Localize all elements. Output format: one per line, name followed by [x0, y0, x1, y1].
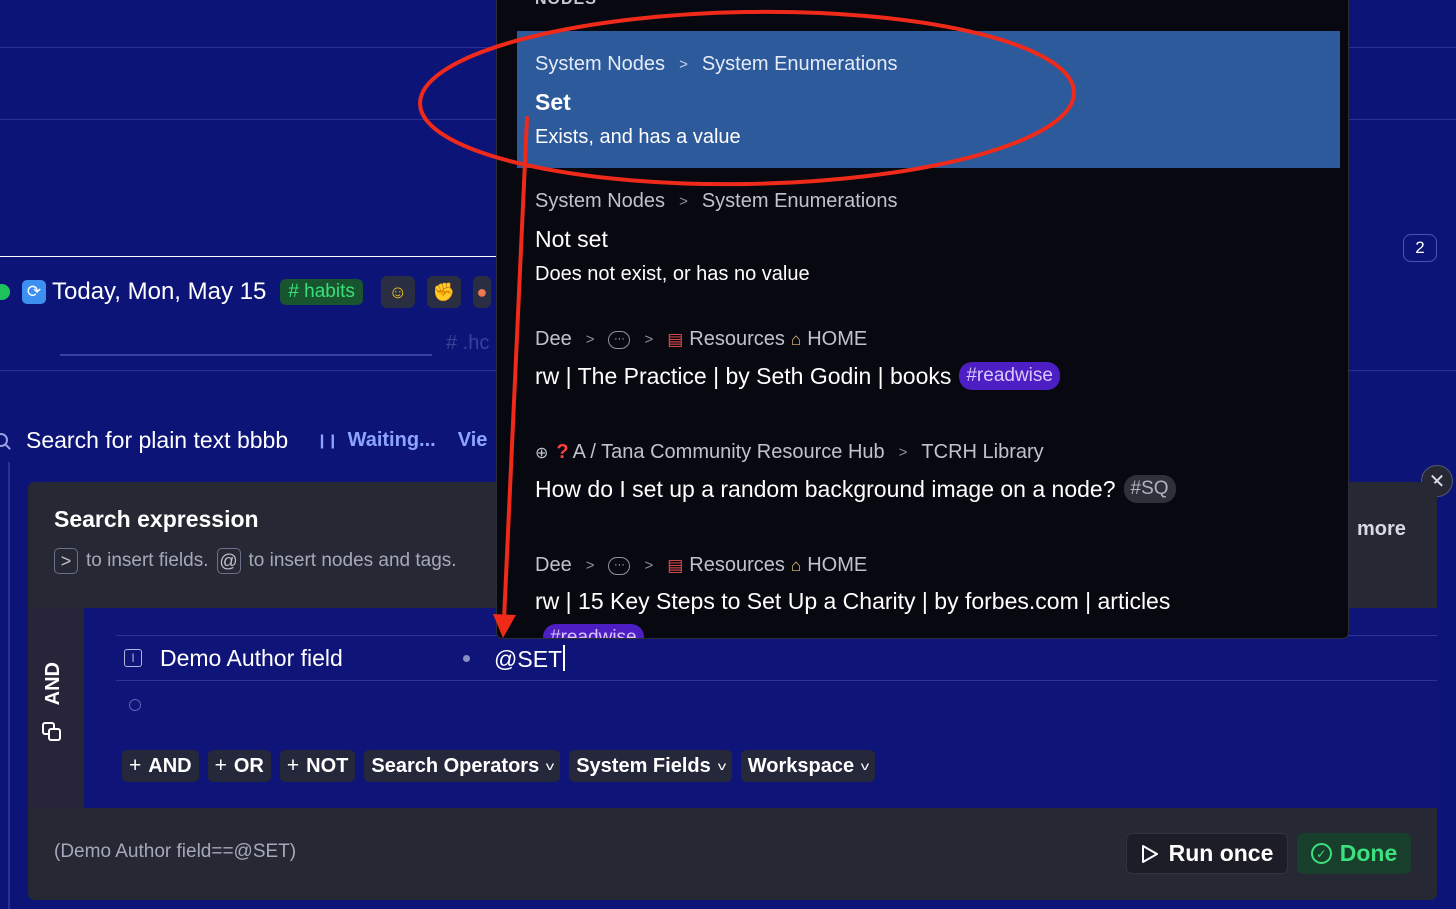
flexed-arm-icon[interactable]: ✊ — [426, 276, 461, 308]
question-icon: ? — [556, 441, 569, 463]
search-icon — [0, 433, 8, 447]
divider — [0, 256, 516, 257]
condition-value-input[interactable]: @SET — [494, 645, 565, 673]
waiting-label: Waiting... — [347, 428, 436, 451]
and-group-rail[interactable]: AND — [28, 608, 84, 808]
breadcrumb: Dee > ··· > ▤ Resources ⌂ HOME — [535, 328, 868, 350]
chevron-down-icon: v — [546, 759, 555, 773]
suggestion-item-not-set[interactable]: System Nodes > System Enumerations Not s… — [517, 168, 1340, 298]
add-not-button[interactable]: + NOT — [279, 750, 356, 782]
sq-tag: #SQ — [1123, 475, 1176, 503]
bullet-icon[interactable] — [0, 284, 10, 300]
chevron-right-icon: > — [898, 444, 908, 461]
chevron-right-icon: > — [679, 193, 688, 210]
ellipsis-icon: ··· — [608, 330, 631, 349]
field-hint-text: to insert fields. — [86, 550, 209, 571]
done-button[interactable]: ✓ Done — [1297, 833, 1411, 874]
suggestion-item-set[interactable]: System Nodes > System Enumerations Set E… — [517, 31, 1340, 168]
books-icon: ▤ — [667, 329, 684, 349]
node-hint-text: to insert nodes and tags. — [248, 550, 457, 571]
search-operators-dropdown[interactable]: Search Operators v — [364, 750, 561, 782]
suggestion-description: Does not exist, or has no value — [535, 263, 810, 285]
text-field-icon: I — [124, 649, 142, 667]
chevron-right-icon: > — [585, 331, 595, 348]
condition-row: I Demo Author field @SET — [116, 635, 1437, 681]
more-link[interactable]: more — [1357, 518, 1406, 541]
home-icon: ⌂ — [790, 329, 802, 349]
count-badge[interactable]: 2 — [1403, 234, 1437, 262]
suggestion-title: Set — [535, 89, 571, 115]
chevron-right-icon: > — [644, 557, 654, 574]
add-or-button[interactable]: + OR — [207, 750, 271, 782]
books-icon: ▤ — [667, 555, 684, 575]
chevron-right-icon: > — [585, 557, 595, 574]
readwise-tag: #readwise — [543, 624, 644, 638]
globe-icon: ⊕ — [535, 444, 549, 462]
search-node-row: Search for plain text bbbb ❙❙ Waiting...… — [0, 424, 487, 456]
text-caret — [563, 645, 565, 671]
condition-field-name[interactable]: Demo Author field — [160, 645, 343, 672]
readwise-tag: #readwise — [959, 362, 1060, 390]
empty-input-line[interactable] — [60, 354, 432, 356]
system-fields-dropdown[interactable]: System Fields v — [569, 750, 732, 782]
workspace-dropdown[interactable]: Workspace v — [740, 750, 876, 782]
popup-section-header: NODES — [535, 0, 597, 9]
daily-node-title[interactable]: Today, Mon, May 15 — [52, 278, 266, 306]
suggestion-title: Not set — [535, 226, 608, 252]
suggestion-title: rw | 15 Key Steps to Set Up a Charity | … — [535, 588, 1171, 614]
empty-condition-bullet[interactable] — [129, 699, 141, 711]
node-key-hint: @ — [216, 548, 241, 574]
panel-title: Search expression — [54, 506, 259, 532]
node-suggestion-popup: NODES System Nodes > System Enumerations… — [496, 0, 1349, 639]
breadcrumb: System Nodes > System Enumerations — [535, 190, 898, 212]
chevron-right-icon: > — [644, 331, 654, 348]
breadcrumb: Dee > ··· > ▤ Resources ⌂ HOME — [535, 554, 868, 576]
expression-preview: (Demo Author field==@SET) — [54, 841, 297, 862]
view-link[interactable]: Vie — [458, 429, 488, 452]
run-once-button[interactable]: Run once — [1126, 833, 1288, 874]
outline-guide — [8, 462, 10, 909]
suggestion-item-charity[interactable]: Dee > ··· > ▤ Resources ⌂ HOME rw | 15 K… — [517, 532, 1340, 638]
sync-icon[interactable]: ⟳ — [22, 280, 46, 304]
suggestion-title: rw | The Practice | by Seth Godin | book… — [535, 362, 1060, 390]
ellipsis-icon: ··· — [608, 556, 631, 575]
suggestion-item-background-image[interactable]: ⊕ ? A / Tana Community Resource Hub > TC… — [517, 419, 1340, 531]
search-node-title[interactable]: Search for plain text bbbb — [26, 427, 288, 454]
value-bullet-icon — [463, 655, 470, 662]
check-circle-icon: ✓ — [1310, 843, 1332, 864]
chevron-down-icon: v — [717, 759, 726, 773]
breadcrumb: System Nodes > System Enumerations — [535, 53, 898, 75]
play-icon — [1141, 844, 1158, 863]
chevron-right-icon: > — [679, 56, 688, 73]
group-operator-label: AND — [42, 662, 64, 706]
group-icon[interactable] — [42, 722, 62, 742]
daily-node-row: ⟳ Today, Mon, May 15 # habits ☺ ✊ ● — [0, 274, 491, 310]
emoji-icon[interactable]: ● — [472, 276, 491, 308]
halo-face-icon[interactable]: ☺ — [380, 276, 415, 308]
habits-tag[interactable]: # habits — [280, 279, 363, 305]
field-key-hint: > — [54, 548, 78, 574]
panel-hint: > to insert fields. @ to insert nodes an… — [54, 548, 457, 574]
suggestion-tag-row: #readwise — [535, 624, 644, 638]
suggestion-title: How do I set up a random background imag… — [535, 475, 1176, 503]
home-icon: ⌂ — [790, 555, 802, 575]
suggestion-description: Exists, and has a value — [535, 126, 741, 148]
chevron-down-icon: v — [860, 759, 870, 773]
add-and-button[interactable]: + AND — [122, 750, 199, 782]
waiting-status: ❙❙ Waiting... — [316, 429, 436, 452]
operator-button-row: + AND + OR + NOT Search Operators v System F… — [122, 750, 876, 782]
breadcrumb: ⊕ ? A / Tana Community Resource Hub > TC… — [535, 441, 1044, 463]
suggestion-item-seth-godin[interactable]: Dee > ··· > ▤ Resources ⌂ HOME rw | The … — [517, 306, 1340, 418]
pause-icon: ❙❙ — [316, 431, 338, 448]
ghost-tag: # .hc — [446, 332, 490, 354]
